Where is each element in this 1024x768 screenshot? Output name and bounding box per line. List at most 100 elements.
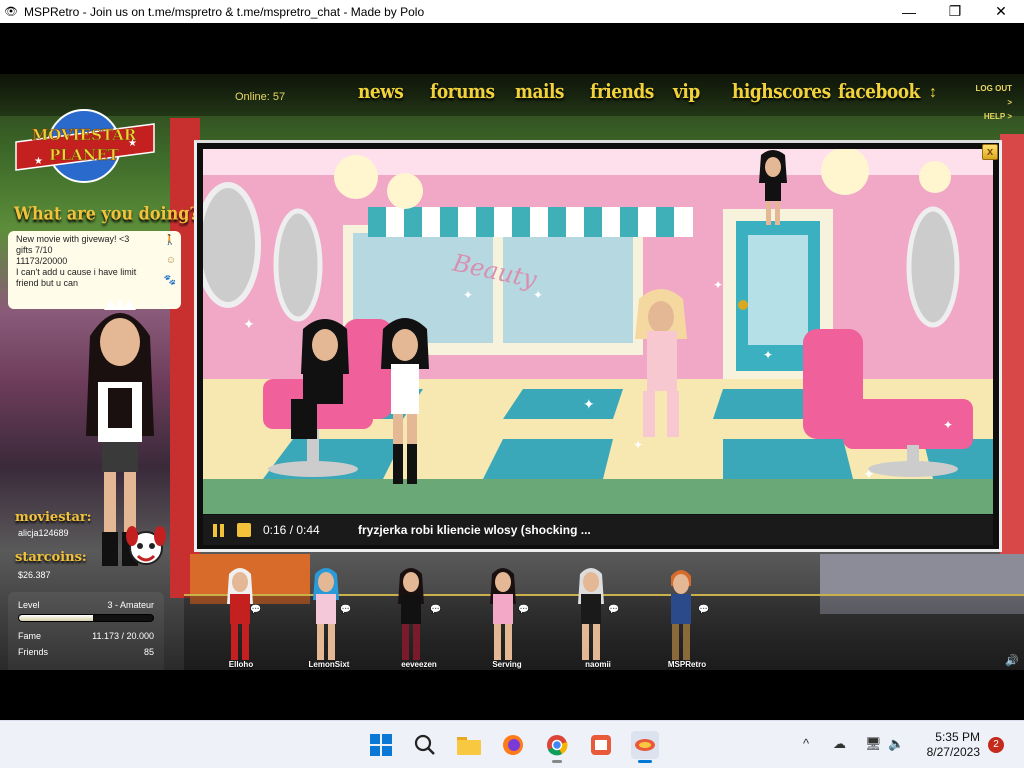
actor-name[interactable]: MSPRetro (652, 660, 722, 669)
close-movie-button[interactable]: x (982, 144, 998, 160)
actor-name[interactable]: eeveezen (384, 660, 454, 669)
pose-icon[interactable]: 🚶 (164, 235, 176, 246)
running-indicator (552, 760, 562, 763)
account-links: LOG OUT > HELP > (974, 82, 1012, 124)
tray-overflow-chevron-icon[interactable]: ^ (803, 736, 809, 751)
friends-value: 85 (143, 647, 154, 657)
actor-name[interactable]: naomii (563, 660, 633, 669)
fame-label: Fame (18, 631, 42, 641)
svg-text:✦: ✦ (863, 466, 875, 482)
svg-text:✦: ✦ (533, 288, 543, 302)
app-icon[interactable] (587, 731, 615, 759)
movie-scene[interactable]: Beauty ✦ ✦ ✦ ✦ ✦ ✦ ✦ ✦ ✦ (203, 149, 993, 514)
bg-building (1000, 134, 1024, 574)
svg-text:★: ★ (34, 156, 43, 167)
status-line: friend but u can (16, 278, 79, 288)
moviestar-label: moviestar: (15, 510, 92, 525)
animal-icon[interactable]: 🐾 (164, 275, 176, 286)
nav-vip[interactable]: vip (673, 81, 700, 104)
nav-highscores[interactable]: highscores (732, 81, 831, 104)
window-title: MSPRetro - Join us on t.me/mspretro & t.… (24, 4, 425, 19)
level-row: Level 3 - Amateur (18, 600, 154, 610)
starcoins-value: $26.387 (18, 570, 51, 580)
stop-button[interactable] (237, 523, 251, 537)
svg-text:✦: ✦ (633, 438, 643, 452)
playback-time: 0:16 / 0:44 (263, 523, 320, 537)
fame-value: 11.173 / 20.000 (92, 631, 154, 641)
network-icon[interactable]: 🖥 (865, 736, 882, 752)
minimize-button[interactable]: — (886, 0, 932, 23)
nav-facebook[interactable]: facebook (838, 81, 920, 104)
system-clock[interactable]: 5:35 PM 8/27/2023 (910, 730, 980, 760)
nav-news[interactable]: news (358, 81, 404, 104)
level-progress-bar (18, 614, 154, 622)
svg-text:✦: ✦ (943, 418, 953, 432)
chat-bubble-icon[interactable]: 💬 (250, 604, 261, 615)
clock-date: 8/27/2023 (926, 745, 980, 759)
notification-badge[interactable]: 2 (988, 737, 1004, 753)
chat-bubble-icon[interactable]: 💬 (518, 604, 529, 615)
svg-text:★: ★ (128, 138, 137, 149)
svg-text:✦: ✦ (713, 278, 723, 292)
level-label: Level (18, 600, 40, 610)
game-area: Online: 57 news forums mails friends vip… (0, 74, 1024, 670)
chat-bubble-icon[interactable]: 💬 (340, 604, 351, 615)
svg-text:✦: ✦ (763, 348, 773, 362)
search-icon[interactable] (411, 731, 439, 759)
svg-text:✦: ✦ (463, 288, 473, 302)
logout-link[interactable]: LOG OUT > (974, 82, 1012, 110)
chat-bubble-icon[interactable]: 💬 (698, 604, 709, 615)
username[interactable]: alicja124689 (18, 528, 69, 538)
volume-icon[interactable]: 🔈 (888, 736, 904, 752)
mspretro-app-icon[interactable] (631, 731, 659, 763)
chat-bubble-icon[interactable]: 💬 (608, 604, 619, 615)
active-indicator (638, 760, 652, 763)
close-window-button[interactable]: ✕ (978, 0, 1024, 23)
status-heading: What are you doing? (14, 203, 199, 224)
movie-title: fryzjerka robi kliencie wlosy (shocking … (358, 523, 591, 537)
file-explorer-icon[interactable] (455, 731, 483, 759)
onedrive-offline-icon[interactable]: ☁ (833, 736, 846, 752)
friends-label: Friends (18, 647, 49, 657)
friends-row: Friends 85 (18, 647, 154, 657)
firefox-icon[interactable] (499, 731, 527, 759)
logo-text-top: MOVIESTAR (32, 126, 137, 144)
logo-text-bottom: PLANET (49, 146, 120, 164)
player-stats: Level 3 - Amateur Fame 11.173 / 20.000 F… (8, 592, 164, 670)
sort-arrows-icon[interactable]: ↕ (929, 84, 937, 102)
online-count: Online: 57 (235, 91, 286, 103)
svg-text:✦: ✦ (243, 316, 255, 332)
pet-dog-icon[interactable] (122, 522, 170, 572)
fame-row: Fame 11.173 / 20.000 (18, 631, 154, 641)
windows-start-icon[interactable] (367, 731, 395, 759)
status-line: New movie with giveway! <3 (16, 234, 130, 244)
moviestar-planet-logo[interactable]: MOVIESTAR PLANET ★ ★ (12, 104, 158, 184)
actor-name[interactable]: Serving (472, 660, 542, 669)
clock-time: 5:35 PM (935, 730, 980, 744)
nav-mails[interactable]: mails (515, 81, 565, 104)
speaker-icon[interactable]: 🔊 (1005, 654, 1019, 667)
maximize-button[interactable]: ❐ (932, 0, 978, 23)
window-titlebar: 👁 MSPRetro - Join us on t.me/mspretro & … (0, 0, 1024, 23)
nav-friends[interactable]: friends (590, 81, 654, 104)
status-line: gifts 7/10 (16, 245, 53, 255)
status-line: I can't add u cause i have limit (16, 267, 137, 277)
awning (368, 207, 693, 237)
chrome-icon[interactable] (543, 731, 571, 763)
windows-taskbar: ^ ☁ 🖥 🔈 5:35 PM 8/27/2023 2 (0, 720, 1024, 768)
svg-text:✦: ✦ (583, 396, 595, 412)
actor-name[interactable]: LemonSixt (294, 660, 364, 669)
level-value: 3 - Amateur (107, 600, 154, 610)
level-progress-fill (19, 615, 93, 621)
status-line: 11173/20000 (16, 256, 68, 266)
chat-bubble-icon[interactable]: 💬 (430, 604, 441, 615)
pause-button[interactable] (211, 523, 225, 537)
emote-icon[interactable]: ☺ (166, 255, 176, 266)
actor-name[interactable]: Elloho (206, 660, 276, 669)
video-controls: 0:16 / 0:44 fryzjerka robi kliencie wlos… (203, 515, 993, 545)
movie-player-modal: Beauty ✦ ✦ ✦ ✦ ✦ ✦ ✦ ✦ ✦ x 0:16 / 0:44 f… (194, 140, 1002, 552)
actor-avatar[interactable] (386, 564, 436, 664)
starcoins-label: starcoins: (15, 550, 87, 565)
help-link[interactable]: HELP > (974, 110, 1012, 124)
nav-forums[interactable]: forums (430, 81, 495, 104)
